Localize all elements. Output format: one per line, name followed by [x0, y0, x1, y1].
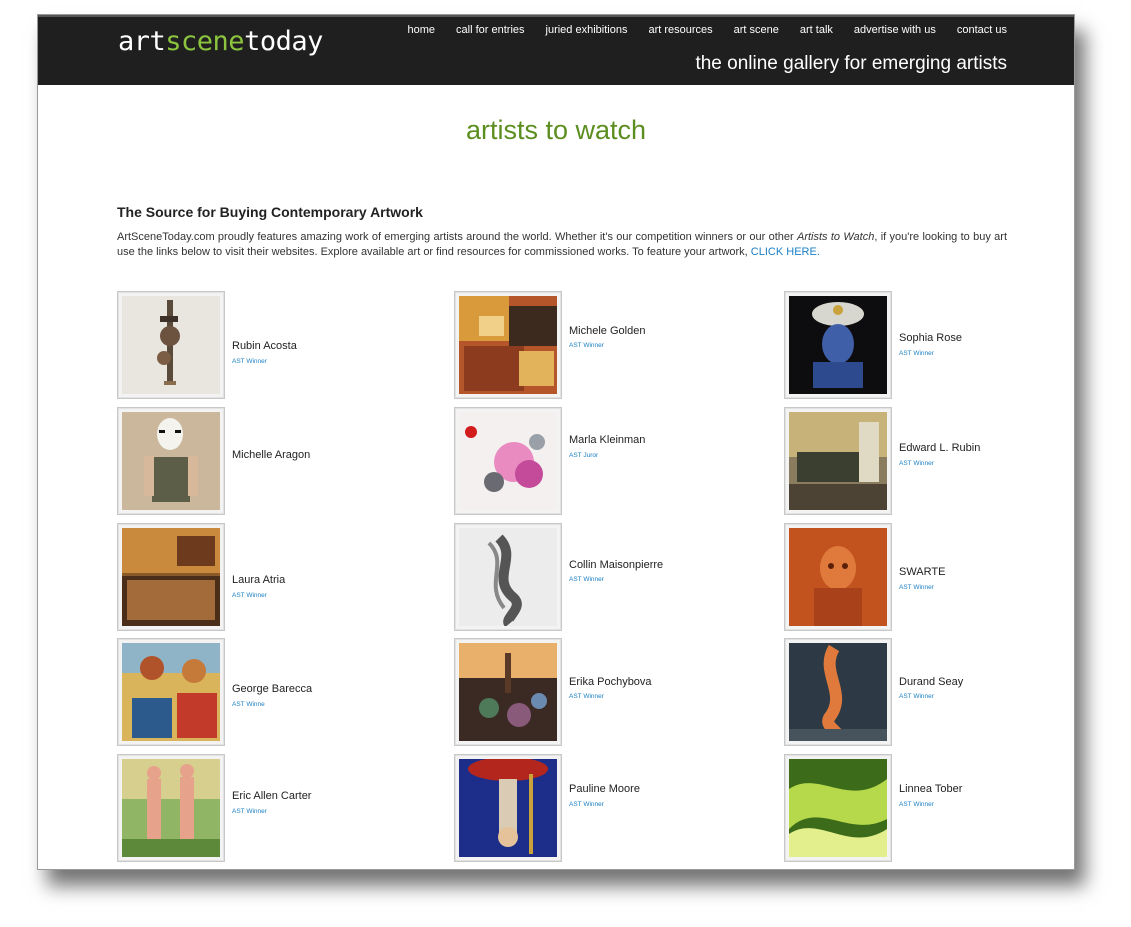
artwork-thumbnail[interactable] — [784, 291, 892, 399]
logo-part-art: art — [118, 26, 166, 57]
artwork-thumbnail[interactable] — [117, 523, 225, 631]
artist-name[interactable]: Sophia Rose — [899, 332, 962, 344]
nav-art-talk[interactable]: art talk — [800, 24, 833, 36]
artist-card[interactable]: Collin Maisonpierre AST Winner — [454, 523, 754, 631]
artwork-image — [122, 643, 220, 741]
artist-card[interactable]: Durand Seay AST Winner — [784, 638, 1074, 746]
artwork-thumbnail[interactable] — [117, 407, 225, 515]
artwork-image — [459, 759, 557, 857]
artwork-thumbnail[interactable] — [454, 754, 562, 862]
artwork-thumbnail[interactable] — [784, 523, 892, 631]
artist-badge: AST Winner — [569, 576, 604, 583]
intro-paragraph: ArtSceneToday.com proudly features amazi… — [117, 230, 1007, 260]
nav-juried-exhibitions[interactable]: juried exhibitions — [546, 24, 628, 36]
artwork-thumbnail[interactable] — [117, 291, 225, 399]
page-title: artists to watch — [465, 115, 647, 145]
artwork-thumbnail[interactable] — [784, 407, 892, 515]
nav-art-scene[interactable]: art scene — [734, 24, 779, 36]
artist-name[interactable]: Michelle Aragon — [232, 449, 310, 461]
artist-name[interactable]: Pauline Moore — [569, 783, 640, 795]
artist-card[interactable]: Pauline Moore AST Winner — [454, 754, 754, 862]
artist-name[interactable]: SWARTE — [899, 566, 945, 578]
artist-badge: AST Winner — [569, 801, 604, 808]
artwork-thumbnail[interactable] — [117, 638, 225, 746]
artist-badge: AST Winner — [899, 801, 934, 808]
click-here-link[interactable]: CLICK HERE. — [751, 246, 820, 258]
artist-card[interactable]: Sophia Rose AST Winner — [784, 291, 1074, 399]
artist-badge: AST Winner — [569, 693, 604, 700]
artist-name[interactable]: Linnea Tober — [899, 783, 962, 795]
artwork-thumbnail[interactable] — [117, 754, 225, 862]
nav-call-for-entries[interactable]: call for entries — [456, 24, 524, 36]
artist-card[interactable]: Rubin Acosta AST Winner — [117, 291, 417, 399]
artist-badge: AST Winner — [899, 350, 934, 357]
page-frame: artscenetoday home call for entries juried… — [37, 14, 1075, 870]
artist-card[interactable]: Edward L. Rubin AST Winner — [784, 407, 1074, 515]
artist-badge: AST Winne — [232, 701, 265, 708]
artist-badge: AST Winner — [232, 358, 267, 365]
nav-home[interactable]: home — [408, 24, 436, 36]
nav-contact[interactable]: contact us — [957, 24, 1007, 36]
artwork-image — [789, 296, 887, 394]
intro-text-1: ArtSceneToday.com proudly features amazi… — [117, 231, 797, 243]
artwork-thumbnail[interactable] — [454, 407, 562, 515]
section-heading: The Source for Buying Contemporary Artwo… — [117, 204, 423, 220]
artwork-image — [459, 643, 557, 741]
artist-card[interactable]: George Barecca AST Winne — [117, 638, 417, 746]
artist-name[interactable]: Eric Allen Carter — [232, 790, 311, 802]
artwork-image — [789, 759, 887, 857]
artwork-image — [789, 412, 887, 510]
site-header: artscenetoday home call for entries juried… — [38, 15, 1074, 85]
artwork-thumbnail[interactable] — [454, 523, 562, 631]
intro-italic: Artists to Watch — [796, 231, 875, 243]
site-logo[interactable]: artscenetoday — [118, 26, 323, 57]
artist-name[interactable]: Rubin Acosta — [232, 340, 297, 352]
artwork-thumbnail[interactable] — [454, 638, 562, 746]
artwork-thumbnail[interactable] — [454, 291, 562, 399]
artwork-image — [459, 412, 557, 510]
artist-card[interactable]: Eric Allen Carter AST Winner — [117, 754, 417, 862]
artist-name[interactable]: Michele Golden — [569, 325, 645, 337]
artist-name[interactable]: Laura Atria — [232, 574, 285, 586]
logo-part-today: today — [244, 26, 323, 57]
nav-advertise[interactable]: advertise with us — [854, 24, 936, 36]
artist-name[interactable]: Durand Seay — [899, 676, 963, 688]
artwork-thumbnail[interactable] — [784, 754, 892, 862]
artwork-image — [459, 296, 557, 394]
artist-card[interactable]: SWARTE AST Winner — [784, 523, 1074, 631]
artwork-image — [789, 528, 887, 626]
artwork-thumbnail[interactable] — [784, 638, 892, 746]
artwork-image — [459, 528, 557, 626]
artist-badge: AST Winner — [569, 342, 604, 349]
artist-badge: AST Winner — [232, 808, 267, 815]
artist-badge: AST Juror — [569, 452, 599, 459]
artwork-image — [122, 528, 220, 626]
artist-name[interactable]: Collin Maisonpierre — [569, 559, 663, 571]
site-tagline: the online gallery for emerging artists — [695, 53, 1007, 74]
artist-name[interactable]: Marla Kleinman — [569, 434, 645, 446]
artist-name[interactable]: Erika Pochybova — [569, 676, 652, 688]
artist-badge: AST Winner — [899, 460, 934, 467]
logo-part-scene: scene — [165, 26, 245, 57]
artist-name[interactable]: Edward L. Rubin — [899, 442, 980, 454]
artwork-image — [122, 296, 220, 394]
artwork-image — [122, 759, 220, 857]
artist-card[interactable]: Marla Kleinman AST Juror — [454, 407, 754, 515]
artist-card[interactable]: Laura Atria AST Winner — [117, 523, 417, 631]
artist-badge: AST Winner — [232, 592, 267, 599]
artist-badge: AST Winner — [899, 584, 934, 591]
artist-card[interactable]: Erika Pochybova AST Winner — [454, 638, 754, 746]
artist-card[interactable]: Linnea Tober AST Winner — [784, 754, 1074, 862]
artist-name[interactable]: George Barecca — [232, 683, 312, 695]
artist-badge: AST Winner — [899, 693, 934, 700]
artist-card[interactable]: Michelle Aragon — [117, 407, 417, 515]
nav-art-resources[interactable]: art resources — [648, 24, 712, 36]
main-nav: home call for entries juried exhibitions ar… — [387, 20, 1008, 38]
artist-card[interactable]: Michele Golden AST Winner — [454, 291, 754, 399]
artwork-image — [122, 412, 220, 510]
artwork-image — [789, 643, 887, 741]
